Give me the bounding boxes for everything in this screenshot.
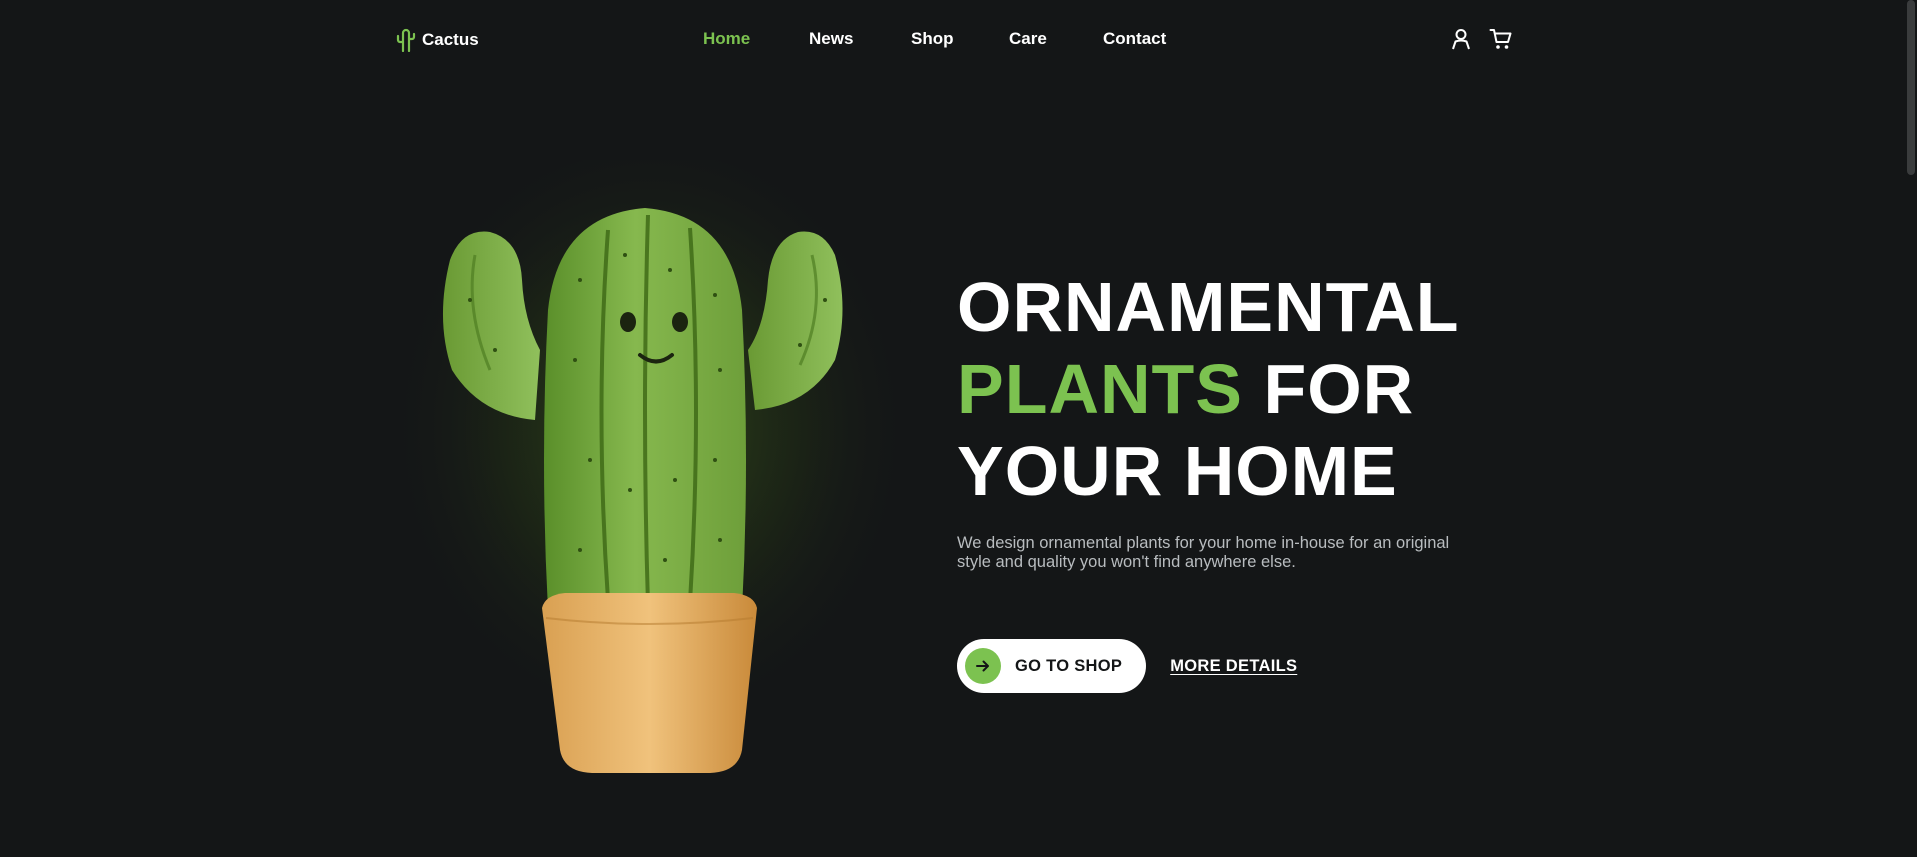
hero-cta-row: GO TO SHOP MORE DETAILS (957, 639, 1297, 693)
landing-page: Cactus Home News Shop Care Contact ORNAM… (0, 0, 1917, 857)
nav-item-home[interactable]: Home (703, 29, 750, 49)
hero-title-line-1: ORNAMENTAL (957, 268, 1460, 346)
site-header: Cactus Home News Shop Care Contact (0, 0, 1917, 80)
hero-cactus-image (380, 160, 920, 800)
hero-section: ORNAMENTAL PLANTS FOR YOUR HOME We desig… (957, 266, 1557, 572)
arrow-right-icon (965, 648, 1001, 684)
hero-description: We design ornamental plants for your hom… (957, 534, 1450, 571)
scrollbar-thumb[interactable] (1907, 0, 1915, 175)
hero-title-line-2: PLANTS FOR (957, 348, 1557, 430)
hero-title-line-2-rest: FOR (1243, 350, 1415, 428)
go-to-shop-button[interactable]: GO TO SHOP (957, 639, 1147, 693)
nav-item-care[interactable]: Care (1009, 29, 1047, 49)
more-details-link[interactable]: MORE DETAILS (1170, 657, 1297, 676)
nav-item-contact[interactable]: Contact (1103, 29, 1166, 49)
nav-item-news[interactable]: News (809, 29, 853, 49)
main-nav: Home News Shop Care Contact (0, 29, 1917, 53)
hero-title: ORNAMENTAL PLANTS FOR YOUR HOME (957, 266, 1557, 512)
hero-title-line-3: YOUR HOME (957, 432, 1398, 510)
cart-icon[interactable] (1489, 27, 1513, 51)
go-to-shop-label: GO TO SHOP (1015, 656, 1123, 675)
user-icon[interactable] (1449, 27, 1473, 51)
nav-item-shop[interactable]: Shop (911, 29, 954, 49)
page-scrollbar[interactable] (1905, 0, 1917, 857)
hero-title-accent: PLANTS (957, 350, 1243, 428)
